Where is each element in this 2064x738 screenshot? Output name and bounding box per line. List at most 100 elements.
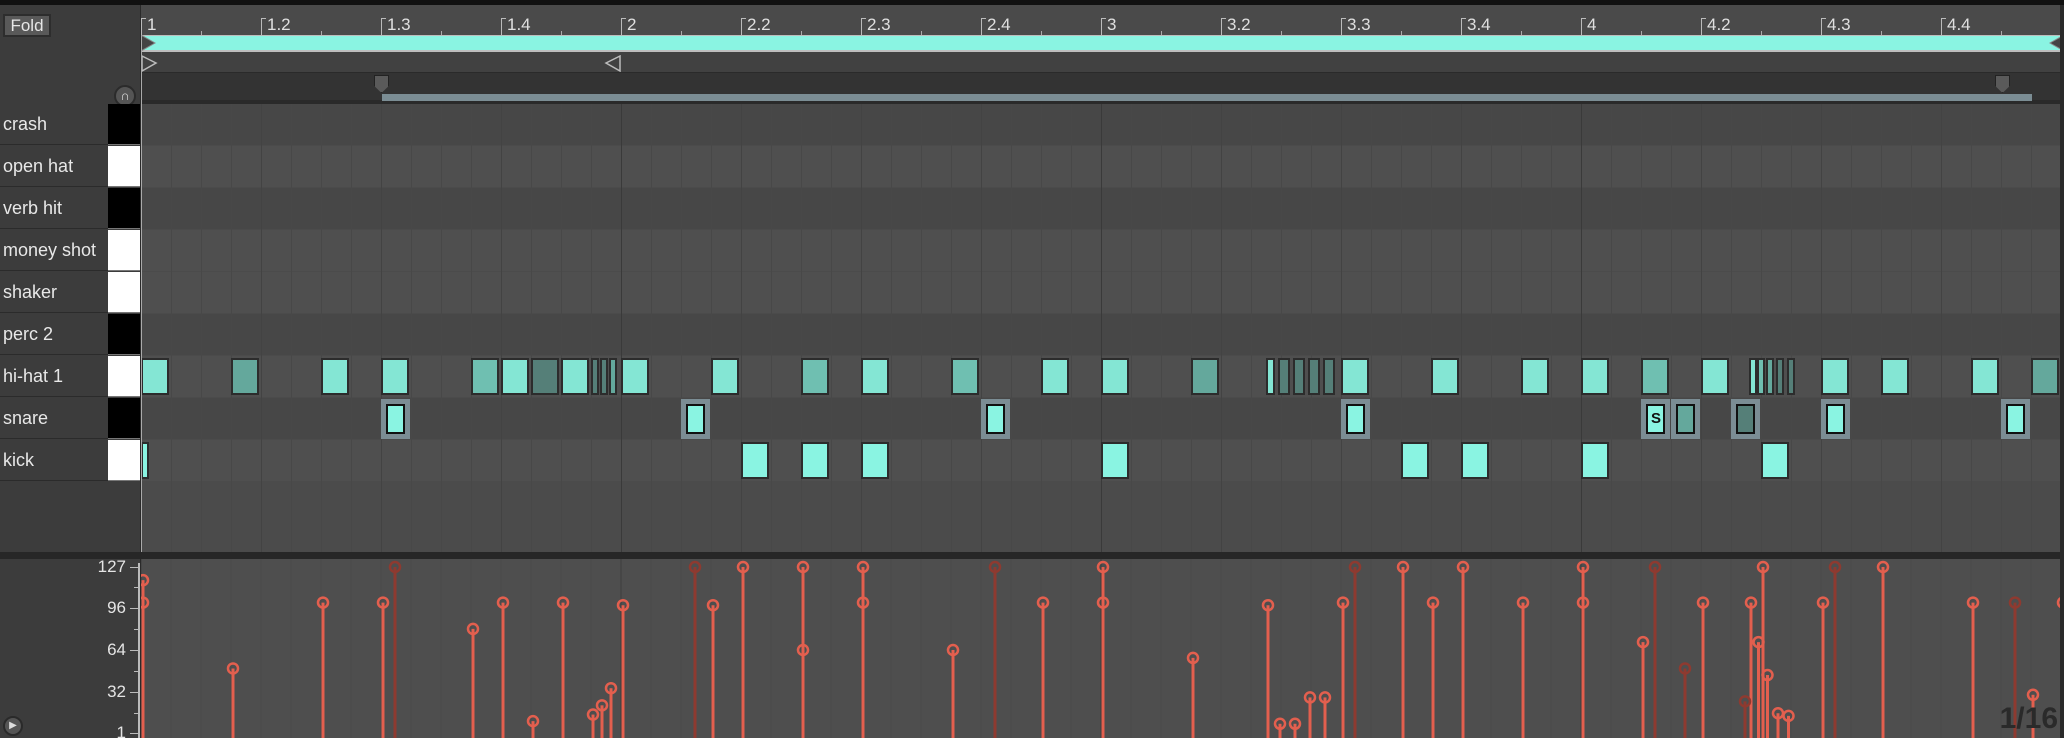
lane-label[interactable]: shaker <box>0 272 108 313</box>
hihat-note[interactable] <box>1701 358 1729 395</box>
hihat-note[interactable] <box>609 358 617 395</box>
piano-key-white[interactable] <box>108 272 140 313</box>
hihat-note[interactable] <box>1786 358 1795 395</box>
velocity-lane[interactable] <box>141 559 2064 738</box>
kick-note[interactable] <box>801 442 829 479</box>
hihat-note[interactable] <box>711 358 739 395</box>
lane-row[interactable] <box>141 146 2064 187</box>
lane-label[interactable]: open hat <box>0 146 108 187</box>
snare-note[interactable] <box>1821 399 1850 439</box>
lane-row[interactable] <box>141 272 2064 313</box>
lane-label[interactable]: perc 2 <box>0 314 108 355</box>
hihat-note[interactable] <box>1041 358 1069 395</box>
grid-resolution[interactable]: 1/16 <box>2000 702 2058 736</box>
lane-label[interactable]: money shot <box>0 230 108 271</box>
lane-label[interactable]: kick <box>0 440 108 481</box>
kick-note[interactable] <box>1761 442 1789 479</box>
beat-ruler[interactable]: 1 1.2 1.3 1.4 2 2.2 2.3 2.4 3 3.2 3.3 3.4 4 4.2 4.3 4.4 <box>141 5 2064 36</box>
hihat-note[interactable] <box>2031 358 2059 395</box>
ruler-label: 2.3 <box>867 15 891 34</box>
hihat-note[interactable] <box>141 358 169 395</box>
piano-key-black[interactable] <box>108 188 140 229</box>
grid-line <box>1371 104 1372 552</box>
snare-note[interactable]: S <box>1641 399 1670 439</box>
hihat-note[interactable] <box>1776 358 1784 395</box>
grid-line <box>711 104 712 552</box>
kick-note[interactable] <box>1461 442 1489 479</box>
hihat-note[interactable] <box>591 358 599 395</box>
ruler-label: 4 <box>1587 15 1597 34</box>
hihat-note[interactable] <box>1323 358 1335 395</box>
ruler-label: 2.2 <box>747 15 771 34</box>
hihat-note[interactable] <box>381 358 409 395</box>
hihat-note[interactable] <box>471 358 499 395</box>
hihat-note[interactable] <box>531 358 559 395</box>
clip-region-bar[interactable] <box>141 35 2064 52</box>
kick-note[interactable] <box>1401 442 1429 479</box>
hihat-note[interactable] <box>1293 358 1305 395</box>
snare-note[interactable] <box>1341 399 1370 439</box>
hihat-note[interactable] <box>231 358 259 395</box>
lane-row[interactable] <box>141 398 2064 439</box>
hihat-note[interactable] <box>1521 358 1549 395</box>
snare-note[interactable] <box>1671 399 1700 439</box>
lane-row[interactable] <box>141 314 2064 355</box>
end-marker-icon[interactable] <box>604 55 622 72</box>
hihat-note[interactable] <box>861 358 889 395</box>
hihat-note[interactable] <box>1971 358 1999 395</box>
hihat-note[interactable] <box>1101 358 1129 395</box>
kick-note[interactable] <box>1101 442 1129 479</box>
hihat-note[interactable] <box>1881 358 1909 395</box>
piano-key-black[interactable] <box>108 398 140 439</box>
lane-row[interactable] <box>141 104 2064 145</box>
hihat-note[interactable] <box>1581 358 1609 395</box>
kick-note[interactable] <box>741 442 769 479</box>
hihat-note[interactable] <box>801 358 829 395</box>
hihat-note[interactable] <box>1308 358 1320 395</box>
piano-key-white[interactable] <box>108 146 140 187</box>
piano-key-black[interactable] <box>108 104 140 145</box>
lane-label[interactable]: hi-hat 1 <box>0 356 108 397</box>
hihat-note[interactable] <box>1278 358 1290 395</box>
play-icon[interactable]: ▶ <box>3 716 23 736</box>
hihat-note[interactable] <box>600 358 608 395</box>
hihat-note[interactable] <box>1756 358 1765 395</box>
lane-label[interactable]: crash <box>0 104 108 145</box>
hihat-note[interactable] <box>621 358 649 395</box>
hihat-note[interactable] <box>1341 358 1369 395</box>
snare-note[interactable] <box>981 399 1010 439</box>
loop-brace[interactable] <box>382 94 2032 101</box>
hihat-note[interactable] <box>321 358 349 395</box>
piano-key-white[interactable] <box>108 440 140 481</box>
snare-note[interactable] <box>381 399 410 439</box>
hihat-note[interactable] <box>1821 358 1849 395</box>
velocity-divider[interactable] <box>0 552 2064 559</box>
lane-row[interactable] <box>141 188 2064 229</box>
grid-line <box>441 104 442 552</box>
hihat-note[interactable] <box>1431 358 1459 395</box>
hihat-note[interactable] <box>951 358 979 395</box>
hihat-note[interactable] <box>501 358 529 395</box>
snare-note[interactable] <box>1731 399 1760 439</box>
fold-button[interactable]: Fold <box>3 14 51 37</box>
snare-note-body <box>1736 404 1755 434</box>
kick-note[interactable] <box>1581 442 1609 479</box>
start-marker-icon[interactable] <box>141 55 159 72</box>
snare-note[interactable] <box>681 399 710 439</box>
kick-note[interactable] <box>861 442 889 479</box>
snare-note[interactable] <box>2001 399 2030 439</box>
kick-note[interactable] <box>141 442 149 479</box>
piano-key-white[interactable] <box>108 356 140 397</box>
note-grid[interactable]: S <box>141 104 2064 552</box>
hihat-note[interactable] <box>1641 358 1669 395</box>
grid-line <box>1131 104 1132 552</box>
lane-label[interactable]: snare <box>0 398 108 439</box>
piano-key-white[interactable] <box>108 230 140 271</box>
lane-row[interactable] <box>141 230 2064 271</box>
piano-key-black[interactable] <box>108 314 140 355</box>
hihat-note[interactable] <box>1191 358 1219 395</box>
hihat-note[interactable] <box>1765 358 1774 395</box>
hihat-note[interactable] <box>561 358 589 395</box>
hihat-note[interactable] <box>1266 358 1275 395</box>
lane-label[interactable]: verb hit <box>0 188 108 229</box>
